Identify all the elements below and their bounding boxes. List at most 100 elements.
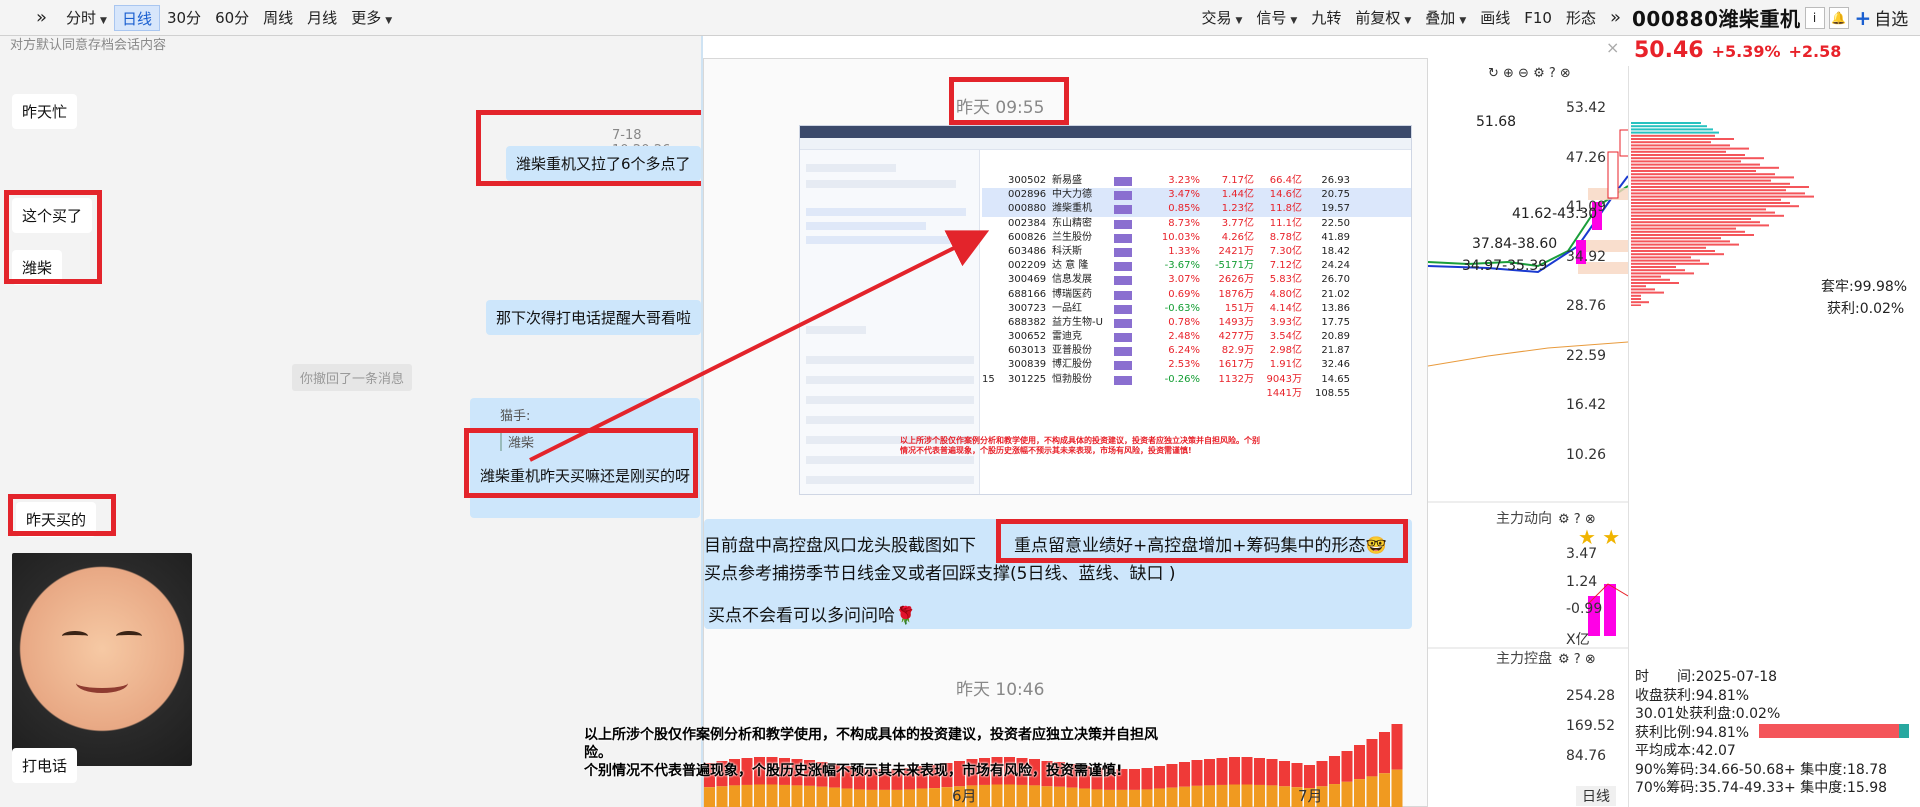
control-bar <box>1329 756 1340 785</box>
tab-60min[interactable]: 60分 <box>208 5 256 31</box>
cell-code: 002209 <box>1008 260 1047 272</box>
archive-hint: 对方默认同意存档会话内容 <box>10 38 167 53</box>
chip-bar <box>1631 285 1646 288</box>
cell-flow: 8.78亿 <box>1269 231 1302 243</box>
control-bar <box>1029 785 1040 807</box>
profit-bar-tail <box>1899 724 1909 738</box>
chip-bar <box>1631 253 1724 256</box>
table-row[interactable]: 002384 东山精密 8.73% 3.77亿 11.1亿 22.50 <box>982 217 1411 231</box>
table-row[interactable]: 688382 益方生物-U 0.78% 1493万 3.93亿 17.75 <box>982 316 1411 330</box>
expand-icon[interactable]: » <box>0 5 59 31</box>
table-row[interactable]: 002896 中大力德 3.47% 1.44亿 14.6亿 20.75 <box>982 188 1411 203</box>
control-bar <box>1216 758 1228 785</box>
chip-bar <box>1631 275 1661 278</box>
chip-bar <box>1631 301 1649 304</box>
control-bar <box>766 784 778 807</box>
cell-flow: 11.8亿 <box>1269 203 1302 215</box>
tag-icon <box>1114 205 1132 215</box>
tab-more[interactable]: 更多 <box>344 5 399 31</box>
recall-notice: 你撤回了一条消息 <box>292 364 413 391</box>
cell-code: 603013 <box>1008 345 1047 357</box>
tab-month[interactable]: 月线 <box>300 5 344 31</box>
table-row[interactable]: 300469 信息发展 3.07% 2626万 5.83亿 26.70 <box>982 273 1411 287</box>
tag-icon <box>1114 219 1132 229</box>
chip-bar <box>1631 182 1790 185</box>
adjust-button[interactable]: 前复权 <box>1348 5 1418 31</box>
table-row[interactable]: 15 301225 恒勃股份 -0.26% 1132万 9043万 14.65 <box>982 373 1411 387</box>
table-row[interactable]: 300723 一品红 -0.63% 151万 4.14亿 13.86 <box>982 302 1411 316</box>
pattern-button[interactable]: 形态 <box>1559 5 1603 31</box>
tag-icon <box>1114 358 1156 372</box>
tag-icon <box>1114 276 1132 286</box>
tab-fenshi[interactable]: 分时 <box>59 5 114 31</box>
sticker-eye <box>116 631 142 641</box>
table-row[interactable]: 300652 雷迪克 2.48% 4277万 3.54亿 20.89 <box>982 330 1411 344</box>
bell-icon[interactable]: 🔔 <box>1828 6 1849 29</box>
cell-pct: 2.53% <box>1168 359 1200 371</box>
table-row[interactable]: 300502 新易盛 3.23% 7.17亿 66.4亿 26.93 <box>982 174 1411 188</box>
axis-tick: 34.92 <box>1566 248 1607 265</box>
jiuzhuan-button[interactable]: 九转 <box>1304 5 1348 31</box>
table-row[interactable]: 300839 博汇股份 2.53% 1617万 1.91亿 32.46 <box>982 358 1411 372</box>
period-label[interactable]: 日线 <box>1576 786 1616 806</box>
trade-button[interactable]: 交易 <box>1194 5 1249 31</box>
info-icon[interactable]: i <box>1804 6 1825 29</box>
window-subbar <box>800 138 1411 150</box>
cell-flow: 1441万 <box>1266 387 1302 399</box>
control-bar <box>891 789 903 807</box>
control-bar <box>1391 724 1403 770</box>
axis-tick: -0.99 <box>1566 601 1603 617</box>
axis-tick: 22.59 <box>1566 347 1607 364</box>
control-bar <box>1379 773 1390 807</box>
control-bar <box>1354 779 1365 807</box>
panel1-controls[interactable]: ⚙ ? ⊗ <box>1506 508 1596 527</box>
tab-week[interactable]: 周线 <box>256 5 300 31</box>
add-watchlist-button[interactable]: + 自选 <box>1855 5 1909 30</box>
cell-flow: 1.91亿 <box>1269 359 1302 371</box>
highlight-box <box>4 190 102 284</box>
cell-no <box>982 217 1008 231</box>
control-bar <box>979 784 990 807</box>
f10-button[interactable]: F10 <box>1517 5 1559 31</box>
cell-amt: 2626万 <box>1218 274 1254 286</box>
chart-controls[interactable]: ↻ ⊕ ⊖ ⚙ ? ⊗ <box>1488 66 1571 81</box>
table-row[interactable]: 688166 博瑞医药 0.69% 1876万 4.80亿 21.02 <box>982 288 1411 302</box>
chip-bar <box>1631 166 1779 169</box>
control-bar <box>1066 787 1078 807</box>
chat-message-block: 目前盘中高控盘风口龙头股截图如下 重点留意业绩好+高控盘增加+筹码集中的形态🤓 … <box>704 519 1412 629</box>
price-annotation: 34.97-35.39 <box>1462 258 1548 274</box>
tag-icon <box>1114 330 1156 344</box>
tab-30min[interactable]: 30分 <box>160 5 208 31</box>
chip-bar <box>1631 240 1730 243</box>
control-bar <box>929 788 940 807</box>
screenshot-time: 昨天 10:46 <box>956 680 1045 700</box>
chip-bar <box>1631 304 1641 307</box>
tag-icon <box>1114 290 1132 300</box>
table-row[interactable]: 600826 兰生股份 10.03% 4.26亿 8.78亿 41.89 <box>982 231 1411 245</box>
collapse-icon[interactable]: » <box>1603 5 1628 31</box>
signal-button[interactable]: 信号 <box>1249 5 1304 31</box>
control-bar <box>879 789 890 807</box>
tag-icon <box>1114 273 1156 287</box>
chip-bar <box>1631 195 1814 198</box>
table-row[interactable]: 000880 潍柴重机 0.85% 1.23亿 11.8亿 19.57 <box>982 202 1411 217</box>
table-row[interactable]: 603486 科沃斯 1.33% 2421万 7.30亿 18.42 <box>982 245 1411 259</box>
close-icon[interactable]: × <box>1606 38 1619 57</box>
table-row[interactable]: 603013 亚普股份 6.24% 82.9万 2.98亿 21.87 <box>982 344 1411 358</box>
cell-pct: 3.07% <box>1168 274 1200 286</box>
cell-flow: 2.98亿 <box>1269 345 1302 357</box>
table-row[interactable]: 1441万 108.55 <box>982 387 1411 401</box>
tab-rixian[interactable]: 日线 <box>113 4 160 31</box>
table-row[interactable]: 002209 达 意 隆 -3.67% -5171万 7.12亿 24.24 <box>982 259 1411 273</box>
draw-button[interactable]: 画线 <box>1473 5 1517 31</box>
chip-bar <box>1631 211 1775 214</box>
panel2-controls[interactable]: ⚙ ? ⊗ <box>1506 648 1596 667</box>
cell-amt: 1132万 <box>1218 373 1254 385</box>
control-bar <box>1154 788 1165 807</box>
overlay-button[interactable]: 叠加 <box>1418 5 1473 31</box>
chip-bar <box>1631 160 1741 163</box>
control-bar <box>791 785 803 807</box>
window-titlebar <box>800 126 1411 138</box>
cell-name: 博汇股份 <box>1052 359 1092 371</box>
axis-tick: X亿 <box>1566 631 1590 648</box>
